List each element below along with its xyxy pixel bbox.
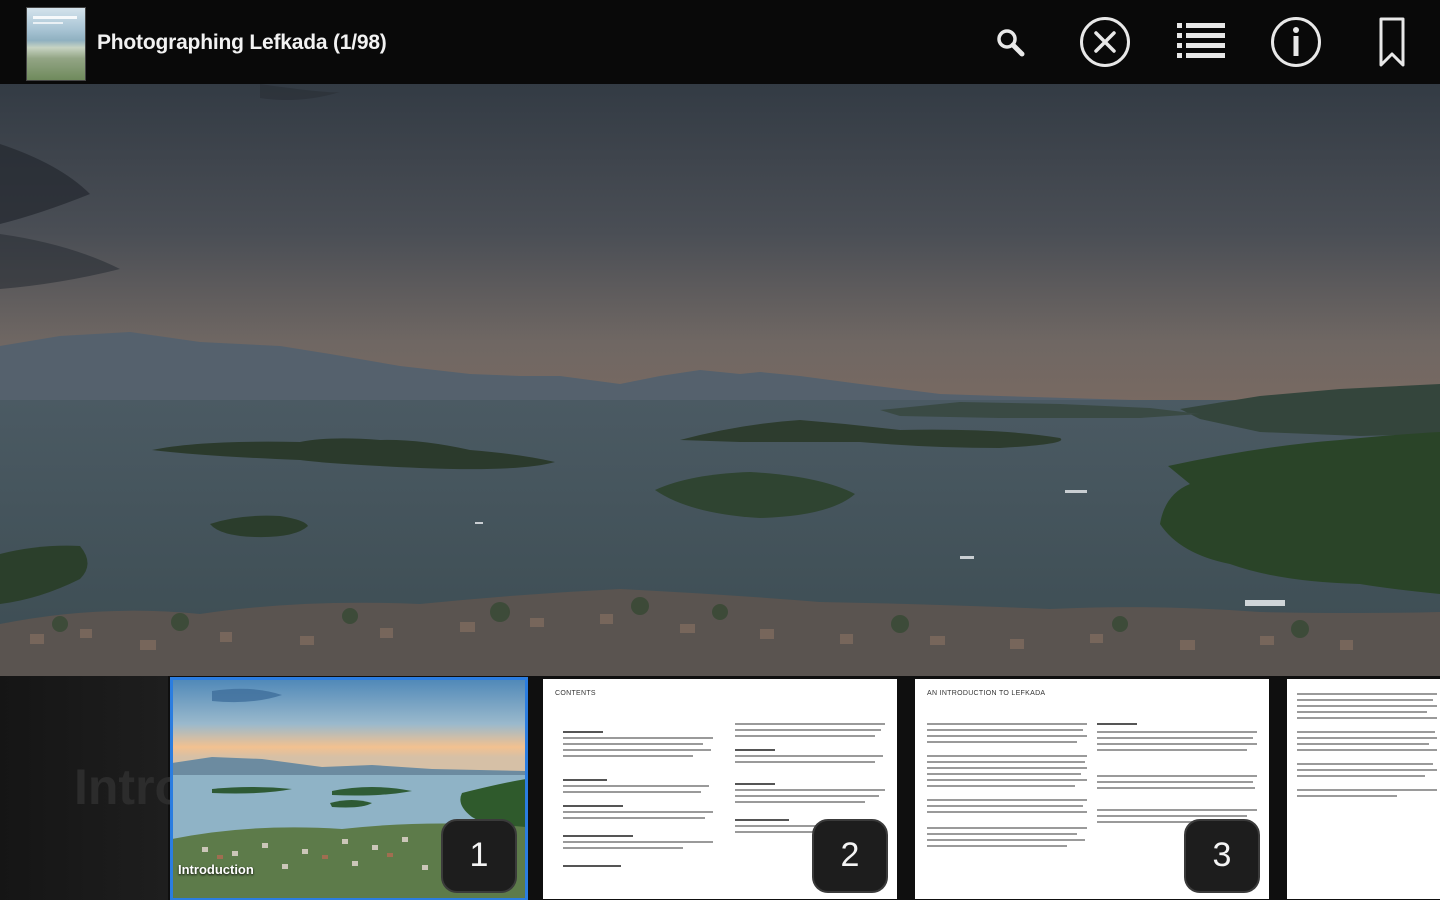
search-icon[interactable] bbox=[983, 14, 1039, 70]
page-heading: AN INTRODUCTION TO LEFKADA bbox=[927, 690, 1046, 697]
thumbnail-caption: Introduction bbox=[178, 862, 254, 877]
list-icon[interactable] bbox=[1173, 14, 1229, 70]
close-circle-icon[interactable] bbox=[1077, 14, 1133, 70]
page-thumbnail-1[interactable]: Introduction 1 bbox=[170, 677, 528, 900]
info-icon[interactable] bbox=[1268, 14, 1324, 70]
page-number-badge: 1 bbox=[441, 819, 517, 893]
book-cover-thumbnail[interactable] bbox=[26, 7, 86, 81]
cover-title-mark bbox=[33, 16, 77, 19]
page-number-badge: 2 bbox=[812, 819, 888, 893]
document-title: Photographing Lefkada (1/98) bbox=[97, 31, 387, 54]
ghost-heading: Intro bbox=[74, 759, 186, 815]
page-number-badge: 3 bbox=[1184, 819, 1260, 893]
previous-page-ghost: Intro bbox=[0, 676, 185, 900]
page-heading: CONTENTS bbox=[555, 690, 596, 697]
cover-subtitle-mark bbox=[33, 22, 63, 24]
page-thumbnail-3[interactable]: AN INTRODUCTION TO LEFKADA 3 bbox=[915, 679, 1269, 899]
bookmark-icon[interactable] bbox=[1364, 14, 1420, 70]
page-thumbnail-strip[interactable]: Intro Introduction 1 CONTENTS 2 AN INTRO… bbox=[0, 676, 1440, 900]
page-thumbnail-4[interactable] bbox=[1287, 679, 1440, 899]
top-bar: Photographing Lefkada (1/98) bbox=[0, 0, 1440, 84]
page-thumbnail-2[interactable]: CONTENTS 2 bbox=[543, 679, 897, 899]
page-photo[interactable] bbox=[0, 84, 1440, 676]
